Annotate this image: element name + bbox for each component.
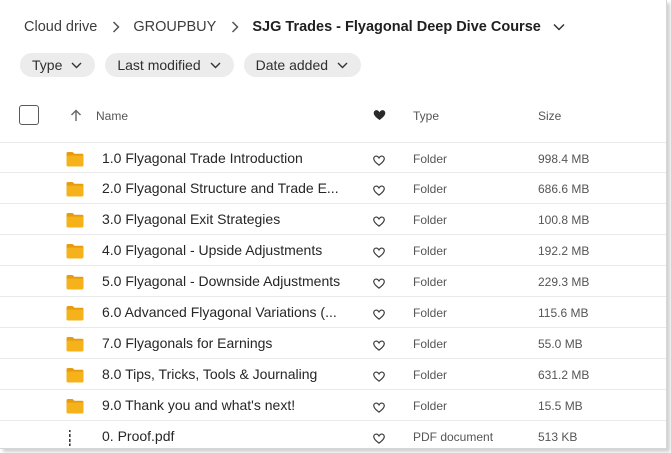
folder-icon — [66, 243, 84, 264]
filter-last-modified-label: Last modified — [117, 57, 201, 73]
table-row[interactable]: 2.0 Flyagonal Structure and Trade E... Fo… — [0, 173, 666, 204]
table-row[interactable]: 8.0 Tips, Tricks, Tools & Journaling Fold… — [0, 359, 666, 390]
filter-last-modified-button[interactable]: Last modified — [105, 53, 234, 77]
chevron-down-icon — [71, 62, 82, 69]
file-list: 1.0 Flyagonal Trade Introduction Folder 99… — [0, 142, 666, 448]
filter-bar: Type Last modified Date added — [20, 53, 362, 77]
folder-icon — [66, 305, 84, 326]
filter-date-added-button[interactable]: Date added — [243, 53, 362, 77]
breadcrumb-cloud-drive[interactable]: Cloud drive — [24, 19, 97, 35]
heart-outline-icon[interactable] — [373, 400, 385, 418]
heart-outline-icon[interactable] — [373, 431, 385, 448]
select-all-checkbox[interactable] — [19, 105, 39, 125]
row-size: 686.6 MB — [538, 182, 590, 196]
folder-icon — [66, 336, 84, 357]
filter-type-button[interactable]: Type — [20, 53, 96, 77]
table-header: Name Type Size — [0, 100, 666, 132]
row-type: Folder — [413, 244, 448, 258]
row-name[interactable]: 9.0 Thank you and what's next! — [102, 397, 295, 413]
folder-icon — [66, 212, 84, 233]
row-name[interactable]: 3.0 Flyagonal Exit Strategies — [102, 211, 280, 227]
row-size: 115.6 MB — [538, 306, 589, 320]
heart-outline-icon[interactable] — [373, 307, 385, 325]
heart-outline-icon[interactable] — [373, 276, 385, 294]
heart-outline-icon[interactable] — [373, 369, 385, 387]
row-type: Folder — [413, 213, 448, 227]
row-type: Folder — [413, 368, 448, 382]
row-size: 55.0 MB — [538, 337, 583, 351]
folder-icon — [66, 367, 84, 388]
row-name[interactable]: 7.0 Flyagonals for Earnings — [102, 335, 272, 351]
row-name[interactable]: 6.0 Advanced Flyagonal Variations (... — [102, 304, 337, 320]
pdf-file-icon — [66, 429, 84, 448]
breadcrumb-current-folder: SJG Trades - Flyagonal Deep Dive Course — [252, 19, 541, 35]
folder-icon — [66, 151, 84, 172]
heart-outline-icon[interactable] — [373, 338, 385, 356]
sort-ascending-icon[interactable] — [70, 109, 82, 127]
chevron-down-icon[interactable] — [553, 23, 565, 31]
breadcrumb-groupbuy[interactable]: GROUPBUY — [133, 19, 216, 35]
heart-outline-icon[interactable] — [373, 245, 385, 263]
table-row[interactable]: 1.0 Flyagonal Trade Introduction Folder 99… — [0, 142, 666, 173]
row-type: Folder — [413, 337, 448, 351]
row-name[interactable]: 5.0 Flyagonal - Downside Adjustments — [102, 273, 340, 289]
heart-outline-icon[interactable] — [373, 214, 385, 232]
row-size: 229.3 MB — [538, 275, 590, 289]
file-browser: Cloud drive GROUPBUY SJG Trades - Flyago… — [0, 0, 667, 449]
chevron-down-icon — [337, 62, 348, 69]
table-row[interactable]: 6.0 Advanced Flyagonal Variations (... Fo… — [0, 297, 666, 328]
row-type: Folder — [413, 182, 448, 196]
table-row[interactable]: 3.0 Flyagonal Exit Strategies Folder 100.8… — [0, 204, 666, 235]
column-header-size[interactable]: Size — [538, 109, 561, 123]
table-row[interactable]: 5.0 Flyagonal - Downside Adjustments Fold… — [0, 266, 666, 297]
row-size: 631.2 MB — [538, 368, 590, 382]
column-header-name[interactable]: Name — [96, 109, 128, 123]
row-name[interactable]: 4.0 Flyagonal - Upside Adjustments — [102, 242, 322, 258]
folder-icon — [66, 398, 84, 419]
row-size: 513 KB — [538, 430, 578, 444]
table-row[interactable]: 7.0 Flyagonals for Earnings Folder 55.0 MB — [0, 328, 666, 359]
row-name[interactable]: 2.0 Flyagonal Structure and Trade E... — [102, 180, 339, 196]
row-name[interactable]: 1.0 Flyagonal Trade Introduction — [102, 150, 303, 166]
chevron-right-icon — [231, 21, 239, 33]
row-type: Folder — [413, 152, 448, 166]
row-size: 192.2 MB — [538, 244, 590, 258]
row-type: Folder — [413, 306, 448, 320]
filter-date-added-label: Date added — [255, 57, 329, 73]
heart-outline-icon[interactable] — [373, 183, 385, 201]
row-size: 15.5 MB — [538, 399, 583, 413]
table-row[interactable]: 4.0 Flyagonal - Upside Adjustments Folder… — [0, 235, 666, 266]
chevron-down-icon — [210, 62, 221, 69]
table-row[interactable]: 0. Proof.pdf PDF document 513 KB — [0, 421, 666, 448]
heart-filled-icon[interactable] — [373, 108, 386, 126]
chevron-right-icon — [112, 21, 120, 33]
table-row[interactable]: 9.0 Thank you and what's next! Folder 15.5… — [0, 390, 666, 421]
row-type: PDF document — [413, 430, 494, 444]
heart-outline-icon[interactable] — [373, 153, 385, 171]
row-type: Folder — [413, 275, 448, 289]
column-header-type[interactable]: Type — [413, 109, 439, 123]
row-type: Folder — [413, 399, 448, 413]
folder-icon — [66, 274, 84, 295]
filter-type-label: Type — [32, 57, 63, 73]
row-name[interactable]: 0. Proof.pdf — [102, 428, 174, 444]
row-size: 998.4 MB — [538, 152, 590, 166]
folder-icon — [66, 181, 84, 202]
row-size: 100.8 MB — [538, 213, 590, 227]
breadcrumb: Cloud drive GROUPBUY SJG Trades - Flyago… — [24, 17, 565, 37]
row-name[interactable]: 8.0 Tips, Tricks, Tools & Journaling — [102, 366, 317, 382]
